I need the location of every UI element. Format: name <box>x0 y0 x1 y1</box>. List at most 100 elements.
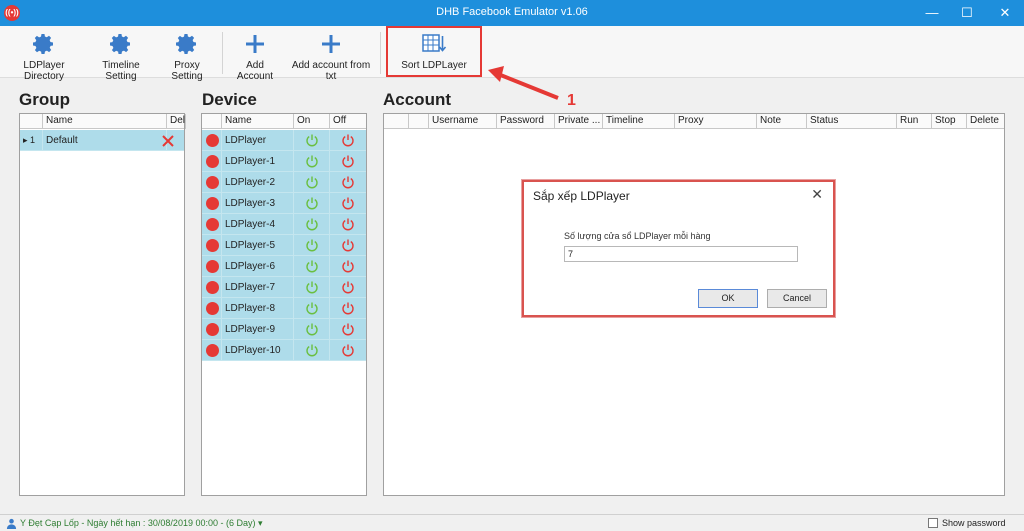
power-on-icon[interactable] <box>305 217 319 231</box>
power-on-icon[interactable] <box>305 259 319 273</box>
power-off-icon[interactable] <box>341 301 355 315</box>
delete-x-icon[interactable] <box>161 134 175 148</box>
device-header-name[interactable]: Name <box>222 114 294 129</box>
power-off-icon[interactable] <box>341 133 355 147</box>
table-row[interactable]: LDPlayer-8 <box>202 298 366 319</box>
account-header-run[interactable]: Run <box>897 114 932 129</box>
device-on-cell[interactable] <box>294 298 330 319</box>
power-off-icon[interactable] <box>341 217 355 231</box>
device-header-on[interactable]: On <box>294 114 330 129</box>
power-on-icon[interactable] <box>305 238 319 252</box>
ok-button[interactable]: OK <box>698 289 758 308</box>
account-header-delete[interactable]: Delete <box>967 114 1006 129</box>
device-status-cell <box>202 193 222 214</box>
account-header-username[interactable]: Username <box>429 114 497 129</box>
power-off-icon[interactable] <box>341 238 355 252</box>
table-row[interactable]: LDPlayer <box>202 130 366 151</box>
table-row[interactable]: ▸ 1 Default <box>20 130 184 151</box>
table-row[interactable]: LDPlayer-10 <box>202 340 366 361</box>
account-header-password[interactable]: Password <box>497 114 555 129</box>
group-title: Group <box>19 90 70 109</box>
account-header-note[interactable]: Note <box>757 114 807 129</box>
account-header-status[interactable]: Status <box>807 114 897 129</box>
license-status-text[interactable]: Y Đẹt Cạp Lốp - Ngày hết hạn : 30/08/201… <box>20 518 263 529</box>
power-on-icon[interactable] <box>305 280 319 294</box>
show-password-label[interactable]: Show password <box>942 518 1006 528</box>
power-off-icon[interactable] <box>341 343 355 357</box>
table-row[interactable]: LDPlayer-5 <box>202 235 366 256</box>
table-row[interactable]: LDPlayer-9 <box>202 319 366 340</box>
power-on-icon[interactable] <box>305 175 319 189</box>
power-off-icon[interactable] <box>341 196 355 210</box>
plus-icon <box>322 35 340 53</box>
table-row[interactable]: LDPlayer-3 <box>202 193 366 214</box>
power-off-icon[interactable] <box>341 259 355 273</box>
group-header-delete[interactable]: Delete <box>167 114 186 129</box>
device-off-cell[interactable] <box>330 256 366 277</box>
device-off-cell[interactable] <box>330 235 366 256</box>
device-off-cell[interactable] <box>330 130 366 151</box>
device-name-cell: LDPlayer-3 <box>222 193 294 214</box>
table-row[interactable]: LDPlayer-6 <box>202 256 366 277</box>
device-header: Name On Off <box>202 114 366 129</box>
power-on-icon[interactable] <box>305 154 319 168</box>
power-on-icon[interactable] <box>305 343 319 357</box>
device-off-cell[interactable] <box>330 214 366 235</box>
device-off-cell[interactable] <box>330 193 366 214</box>
account-header-proxy[interactable]: Proxy <box>675 114 757 129</box>
group-header-name[interactable]: Name <box>43 114 167 129</box>
power-off-icon[interactable] <box>341 175 355 189</box>
device-off-cell[interactable] <box>330 172 366 193</box>
device-on-cell[interactable] <box>294 193 330 214</box>
device-off-cell[interactable] <box>330 340 366 361</box>
table-row[interactable]: LDPlayer-2 <box>202 172 366 193</box>
plus-icon <box>246 35 264 53</box>
device-on-cell[interactable] <box>294 214 330 235</box>
power-off-icon[interactable] <box>341 322 355 336</box>
status-dot-icon <box>206 197 219 210</box>
account-header-private[interactable]: Private ... <box>555 114 603 129</box>
group-name-cell: Default <box>43 130 167 151</box>
power-off-icon[interactable] <box>341 280 355 294</box>
device-off-cell[interactable] <box>330 277 366 298</box>
device-on-cell[interactable] <box>294 256 330 277</box>
timeline-setting-button[interactable]: Timeline Setting <box>88 32 154 82</box>
table-row[interactable]: LDPlayer-1 <box>202 151 366 172</box>
maximize-button[interactable]: ☐ <box>952 3 982 23</box>
power-on-icon[interactable] <box>305 133 319 147</box>
power-on-icon[interactable] <box>305 196 319 210</box>
minimize-button[interactable]: — <box>917 3 947 23</box>
add-account-button[interactable]: Add Account <box>228 32 282 82</box>
device-off-cell[interactable] <box>330 151 366 172</box>
device-on-cell[interactable] <box>294 235 330 256</box>
account-header-stop[interactable]: Stop <box>932 114 967 129</box>
status-dot-icon <box>206 260 219 273</box>
group-delete-cell[interactable] <box>162 130 184 151</box>
proxy-setting-button[interactable]: Proxy Setting <box>158 32 216 82</box>
power-on-icon[interactable] <box>305 301 319 315</box>
device-header-off[interactable]: Off <box>330 114 368 129</box>
cancel-button[interactable]: Cancel <box>767 289 827 308</box>
show-password-checkbox[interactable] <box>928 518 938 528</box>
device-on-cell[interactable] <box>294 172 330 193</box>
device-on-cell[interactable] <box>294 319 330 340</box>
table-row[interactable]: LDPlayer-4 <box>202 214 366 235</box>
add-account-from-txt-button[interactable]: Add account from txt <box>288 32 374 82</box>
account-header-timeline[interactable]: Timeline <box>603 114 675 129</box>
device-off-cell[interactable] <box>330 298 366 319</box>
table-row[interactable]: LDPlayer-7 <box>202 277 366 298</box>
dialog-title: Sắp xếp LDPlayer <box>533 189 630 203</box>
windows-per-row-input[interactable]: 7 <box>564 246 798 262</box>
dialog-close-icon[interactable]: ✕ <box>811 186 823 203</box>
power-off-icon[interactable] <box>341 154 355 168</box>
device-on-cell[interactable] <box>294 151 330 172</box>
device-on-cell[interactable] <box>294 130 330 151</box>
close-button[interactable]: ✕ <box>990 3 1020 23</box>
ldplayer-directory-button[interactable]: LDPlayer Directory <box>6 32 82 82</box>
device-on-cell[interactable] <box>294 340 330 361</box>
device-status-cell <box>202 277 222 298</box>
device-off-cell[interactable] <box>330 319 366 340</box>
device-on-cell[interactable] <box>294 277 330 298</box>
power-on-icon[interactable] <box>305 322 319 336</box>
device-header-status <box>202 114 222 129</box>
